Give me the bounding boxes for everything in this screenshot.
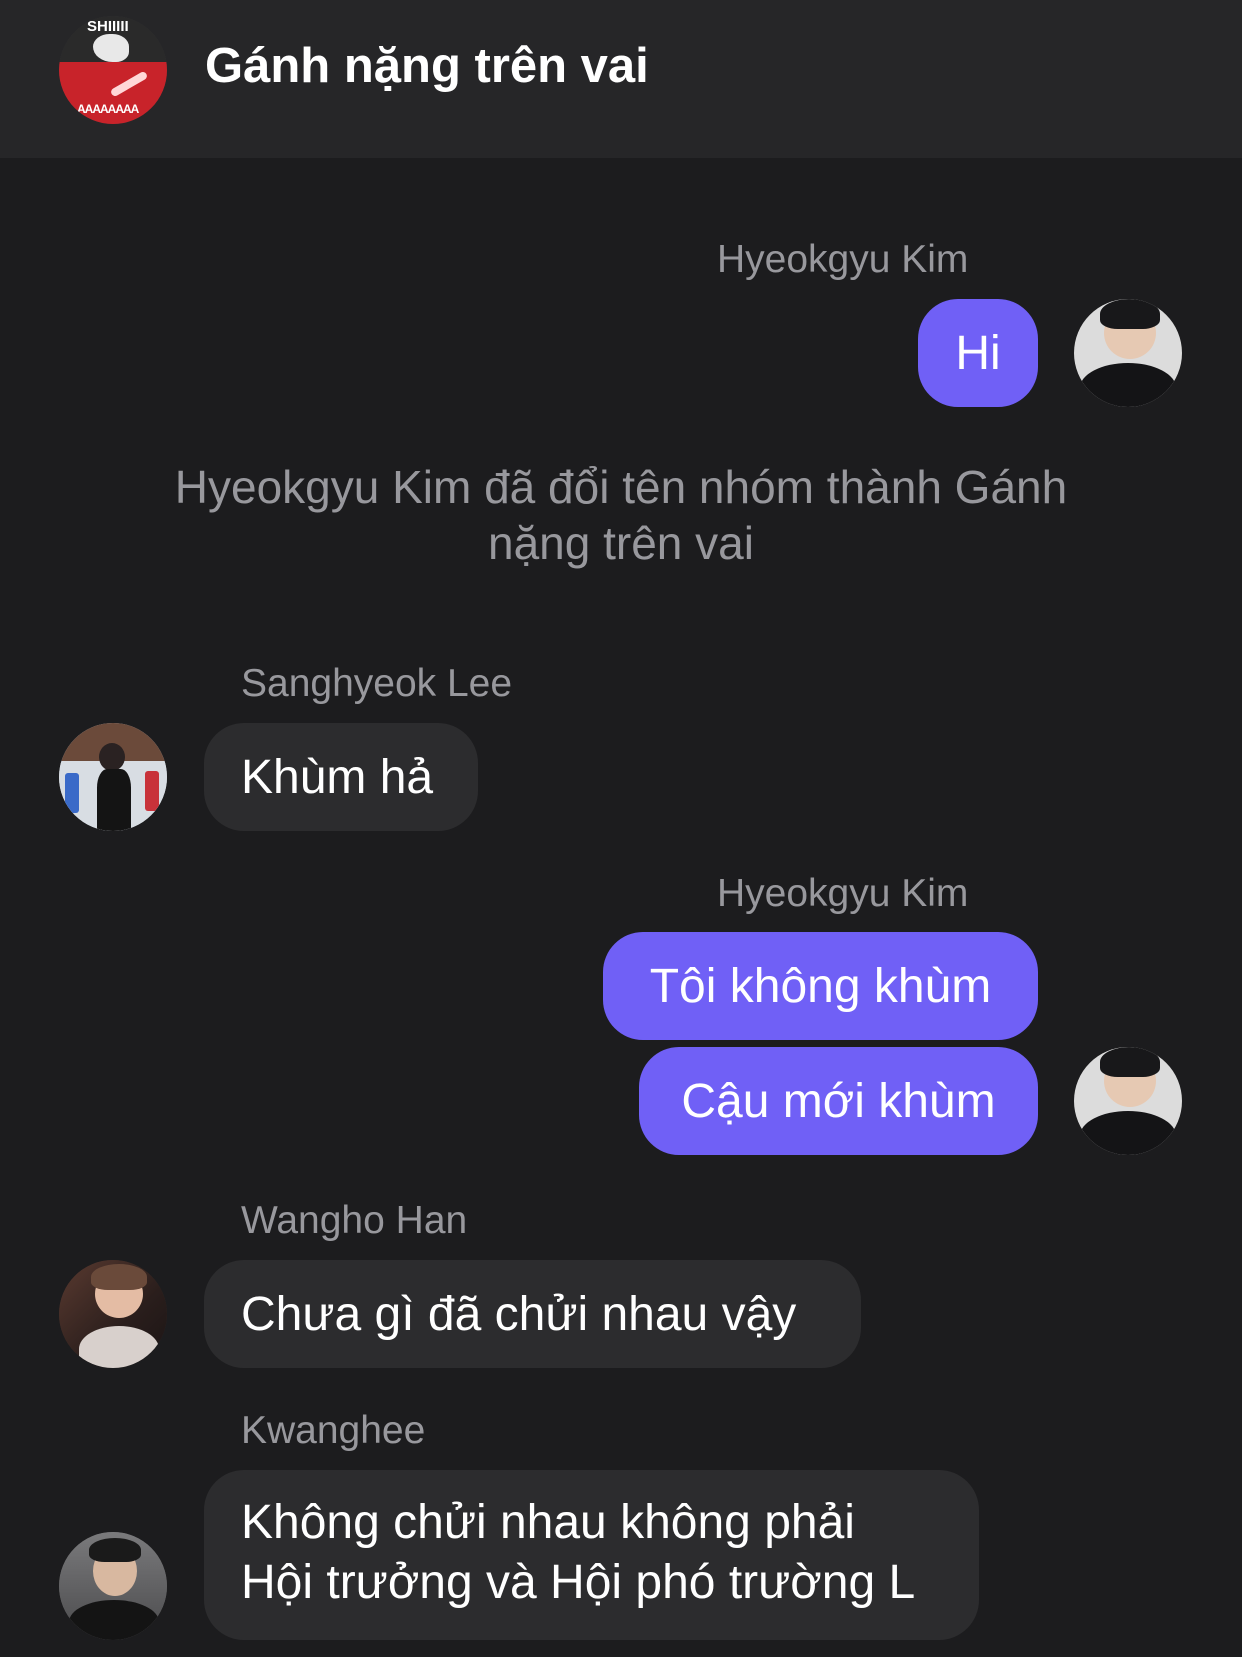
jacket: [69, 1600, 159, 1640]
shirt: [79, 1326, 159, 1368]
avatar-wangho-han[interactable]: [59, 1260, 167, 1368]
message-bubble-outgoing[interactable]: Hi: [918, 299, 1038, 407]
group-avatar[interactable]: SHIIIII AAAAAAAA: [59, 16, 167, 124]
group-title[interactable]: Gánh nặng trên vai: [205, 38, 649, 94]
sender-name: Wangho Han: [241, 1199, 468, 1242]
avatar-caption-top: SHIIIII: [87, 18, 129, 35]
bird-image: [93, 34, 129, 62]
head: [99, 743, 125, 771]
sender-name: Kwanghee: [241, 1409, 426, 1452]
hair: [91, 1264, 147, 1290]
avatar-caption-bottom: AAAAAAAA: [77, 102, 139, 116]
message-bubble-incoming[interactable]: Không chửi nhau không phải Hội trưởng và…: [204, 1470, 979, 1640]
message-bubble-outgoing[interactable]: Cậu mới khùm: [639, 1047, 1038, 1155]
message-line: Hội trưởng và Hội phó trường L: [241, 1556, 916, 1609]
chat-header: SHIIIII AAAAAAAA Gánh nặng trên vai: [0, 0, 1242, 158]
message-line: Không chửi nhau không phải: [241, 1496, 855, 1549]
avatar-hyeokgyu-kim[interactable]: [1074, 1047, 1182, 1155]
sender-name: Hyeokgyu Kim: [717, 872, 969, 915]
sender-name: Sanghyeok Lee: [241, 662, 513, 705]
system-note-rename: Hyeokgyu Kim đã đổi tên nhóm thành Gánh …: [174, 461, 1068, 569]
avatar-sanghyeok-lee[interactable]: [59, 723, 167, 831]
body: [97, 769, 131, 831]
avatar-hyeokgyu-kim[interactable]: [1074, 299, 1182, 407]
shirt: [1080, 1111, 1176, 1155]
message-bubble-incoming[interactable]: Chưa gì đã chửi nhau vậy: [204, 1260, 861, 1368]
sender-name: Hyeokgyu Kim: [717, 238, 969, 281]
message-bubble-incoming[interactable]: Khùm hả: [204, 723, 478, 831]
avatar-kwanghee[interactable]: [59, 1532, 167, 1640]
hair: [1100, 299, 1160, 329]
flag-left: [65, 773, 79, 813]
message-bubble-outgoing[interactable]: Tôi không khùm: [603, 932, 1038, 1040]
flag-right: [145, 771, 159, 811]
shirt: [1080, 363, 1176, 407]
hair: [89, 1538, 141, 1562]
hair: [1100, 1047, 1160, 1077]
